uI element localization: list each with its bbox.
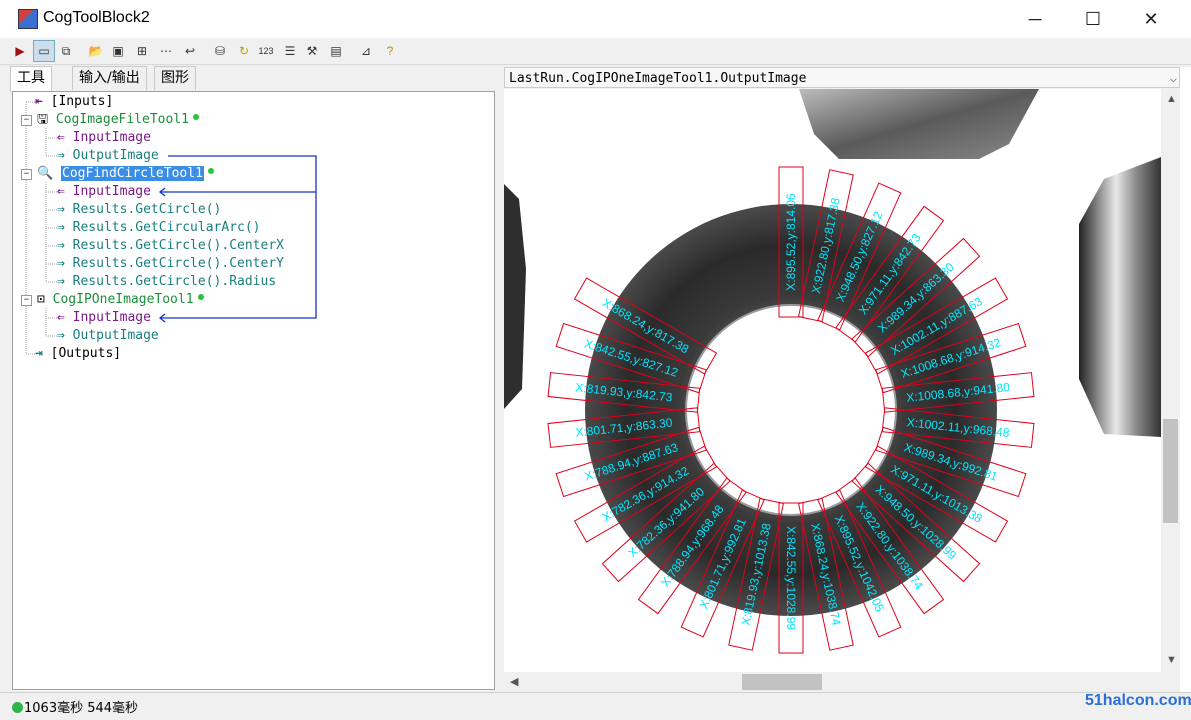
watermark: 51halcon.com: [1085, 692, 1191, 709]
show-image-icon[interactable]: ▭: [33, 40, 55, 62]
nut-left: [504, 184, 526, 409]
image-display[interactable]: X:895.52,y:814.06 X:922.80,y:817.38 X:948.…: [504, 89, 1161, 672]
status-bar: 1063毫秒 544毫秒: [0, 692, 1191, 720]
fct-center-x-label: Results.GetCircle().CenterX: [72, 238, 284, 253]
status-dot: [207, 168, 214, 174]
window-title: CogToolBlock2: [43, 9, 150, 26]
fct-center-y-node[interactable]: ⇒ Results.GetCircle().CenterY: [57, 255, 284, 273]
maximize-button[interactable]: ☐: [1064, 0, 1122, 38]
counter-icon[interactable]: 123: [256, 41, 276, 61]
status-dot: [192, 114, 199, 120]
find-circle-tool-label: CogFindCircleTool1: [61, 166, 204, 181]
image-file-tool-node[interactable]: 🖫 CogImageFileTool1: [37, 111, 199, 129]
nut-right: [1079, 157, 1161, 437]
reset-icon[interactable]: ↻: [234, 41, 254, 61]
ift-output-node[interactable]: ⇒ OutputImage: [57, 147, 159, 165]
washer-hole: [685, 304, 897, 516]
fct-input-label: InputImage: [72, 184, 151, 199]
tab-graphics[interactable]: 图形: [154, 66, 196, 90]
close-button[interactable]: ✕: [1122, 0, 1180, 38]
ift-input-label: InputImage: [72, 130, 151, 145]
tools-icon[interactable]: ⚒: [302, 41, 322, 61]
table-icon[interactable]: ☰: [280, 41, 300, 61]
inputs-node[interactable]: ⇤ [Inputs]: [35, 93, 113, 111]
tab-strip: 工具 输入/输出 图形: [10, 66, 500, 92]
network-icon[interactable]: ⋯: [156, 41, 176, 61]
collapse-icon[interactable]: −: [21, 295, 32, 306]
tab-tools[interactable]: 工具: [10, 66, 52, 92]
ip-input-label: InputImage: [72, 310, 151, 325]
image-file-tool-label: CogImageFileTool1: [55, 112, 189, 127]
ift-output-label: OutputImage: [72, 148, 159, 163]
fct-get-circle-node[interactable]: ⇒ Results.GetCircle(): [57, 201, 221, 219]
run-icon[interactable]: ▶: [10, 41, 30, 61]
ip-tool-icon: ⊡: [37, 292, 45, 307]
database-icon[interactable]: ⛁: [210, 41, 230, 61]
image-canvas: X:895.52,y:814.06 X:922.80,y:817.38X:948.…: [504, 89, 1161, 654]
status-text-wrap: 1063毫秒 544毫秒: [12, 697, 138, 716]
image-selector[interactable]: LastRun.CogIPOneImageTool1.OutputImage ⌵: [504, 67, 1180, 88]
right-edge: [1180, 67, 1191, 692]
open-folder-icon[interactable]: 📂: [86, 41, 106, 61]
status-ok-icon: [12, 702, 23, 713]
display-icon[interactable]: ▤: [326, 41, 346, 61]
help-icon[interactable]: ?: [380, 41, 400, 61]
scroll-up-icon[interactable]: ▲: [1166, 93, 1177, 105]
outputs-node[interactable]: ⇥ [Outputs]: [35, 345, 121, 363]
ip-output-label: OutputImage: [72, 328, 159, 343]
vertical-scroll-thumb[interactable]: [1163, 419, 1178, 523]
ip-tool-node[interactable]: ⊡ CogIPOneImageTool1: [37, 291, 204, 309]
fct-get-arc-node[interactable]: ⇒ Results.GetCircularArc(): [57, 219, 261, 237]
image-selector-value: LastRun.CogIPOneImageTool1.OutputImage: [509, 71, 807, 86]
tool-tree[interactable]: ⇤ [Inputs] − 🖫 CogImageFileTool1 ⇐ Input…: [12, 91, 495, 690]
status-timing: 1063毫秒 544毫秒: [24, 701, 139, 716]
caliper-label: X:895.52,y:814.06: [784, 193, 798, 291]
scroll-left-icon[interactable]: ◀: [510, 675, 518, 688]
measure-icon[interactable]: ⊿: [356, 41, 376, 61]
ip-input-node[interactable]: ⇐ InputImage: [57, 309, 151, 327]
image-file-tool-icon: 🖫: [37, 112, 49, 127]
tab-io[interactable]: 输入/输出: [72, 66, 147, 90]
toggle-icon[interactable]: ⧉: [56, 41, 76, 61]
fct-radius-node[interactable]: ⇒ Results.GetCircle().Radius: [57, 273, 276, 291]
ip-tool-label: CogIPOneImageTool1: [52, 292, 194, 307]
link-icon[interactable]: ↩: [180, 41, 200, 61]
status-dot: [197, 294, 204, 300]
horizontal-scrollbar[interactable]: ◀: [504, 672, 1161, 692]
outputs-label: [Outputs]: [50, 346, 122, 361]
chevron-down-icon: ⌵: [1169, 71, 1177, 85]
collapse-icon[interactable]: −: [21, 115, 32, 126]
fct-get-circle-label: Results.GetCircle(): [72, 202, 222, 217]
find-circle-tool-node[interactable]: 🔍 CogFindCircleTool1: [37, 165, 214, 183]
minimize-button[interactable]: ─: [1006, 0, 1064, 38]
inputs-label: [Inputs]: [50, 94, 114, 109]
ift-input-node[interactable]: ⇐ InputImage: [57, 129, 151, 147]
scroll-down-icon[interactable]: ▼: [1166, 654, 1177, 666]
title-bar: CogToolBlock2 ─ ☐ ✕: [0, 0, 1191, 38]
nut-top: [799, 89, 1039, 159]
app-icon: [18, 9, 38, 29]
fct-get-arc-label: Results.GetCircularArc(): [72, 220, 261, 235]
caliper-label: X:842.55,y:1028.99: [784, 526, 798, 630]
fct-input-node[interactable]: ⇐ InputImage: [57, 183, 151, 201]
horizontal-scroll-thumb[interactable]: [742, 674, 822, 690]
fct-center-y-label: Results.GetCircle().CenterY: [72, 256, 284, 271]
ip-output-node[interactable]: ⇒ OutputImage: [57, 327, 159, 345]
toolbar: ▶ ▭ ⧉ 📂 ▣ ⊞ ⋯ ↩ ⛁ ↻ 123 ☰ ⚒ ▤ ⊿ ?: [0, 38, 1191, 65]
vertical-scrollbar[interactable]: ▲ ▼: [1161, 89, 1180, 672]
save-icon[interactable]: ▣: [108, 41, 128, 61]
properties-icon[interactable]: ⊞: [132, 41, 152, 61]
collapse-icon[interactable]: −: [21, 169, 32, 180]
fct-center-x-node[interactable]: ⇒ Results.GetCircle().CenterX: [57, 237, 284, 255]
find-circle-icon: 🔍: [37, 166, 54, 181]
fct-radius-label: Results.GetCircle().Radius: [72, 274, 277, 289]
